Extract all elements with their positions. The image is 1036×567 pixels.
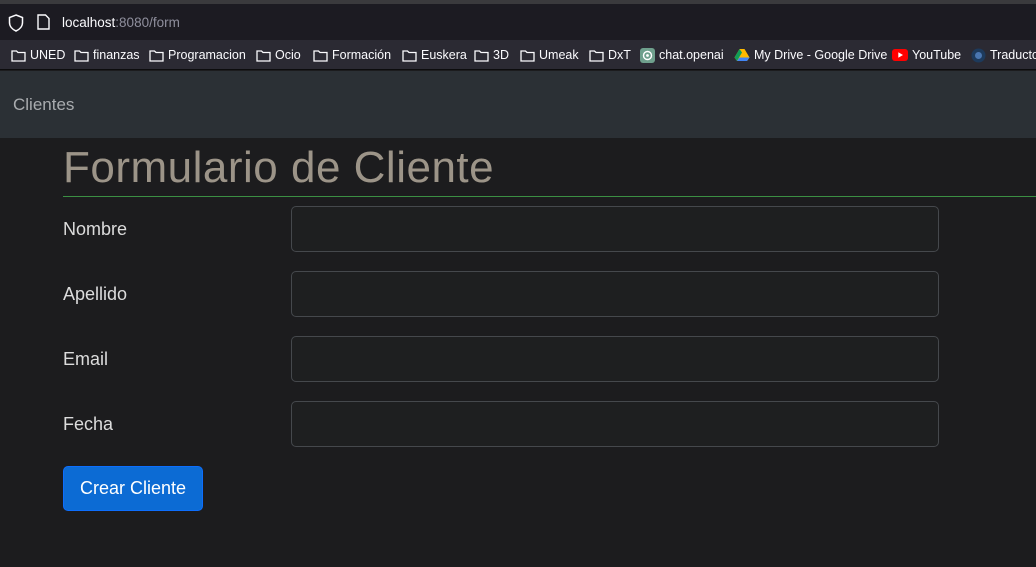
bookmark-label: Ocio [275, 48, 301, 62]
email-label: Email [63, 349, 109, 369]
nombre-label: Nombre [63, 219, 128, 239]
bookmark-euskera[interactable]: Euskera [402, 40, 467, 69]
openai-icon [640, 47, 655, 63]
folder-icon [11, 49, 26, 62]
apellido-input[interactable] [291, 271, 939, 317]
url-host: localhost [62, 15, 116, 30]
url-text[interactable]: localhost:8080/form [62, 15, 180, 30]
crear-cliente-button[interactable]: Crear Cliente [63, 466, 203, 511]
address-bar[interactable]: localhost:8080/form [0, 4, 1036, 40]
shield-icon[interactable] [8, 14, 24, 32]
bookmark-label: Traductor [990, 48, 1036, 62]
youtube-icon [892, 49, 908, 61]
folder-icon [313, 49, 328, 62]
google-drive-icon [734, 49, 750, 61]
folder-icon [589, 49, 604, 62]
bookmark-programacion[interactable]: Programacion [149, 40, 246, 69]
folder-icon [256, 49, 271, 62]
bookmark-formacion[interactable]: Formación [313, 40, 392, 69]
bookmark-google-drive[interactable]: My Drive - Google Drive [734, 40, 888, 69]
url-path: :8080/form [115, 15, 180, 30]
app-navbar: Clientes [0, 71, 1036, 138]
bookmark-youtube[interactable]: YouTube [892, 40, 962, 69]
bookmark-label: 3D [493, 48, 509, 62]
folder-icon [149, 49, 164, 62]
bookmark-3d[interactable]: 3D [474, 40, 509, 69]
bookmark-uned[interactable]: UNED [11, 40, 66, 69]
bookmark-label: YouTube [912, 48, 962, 62]
nombre-input[interactable] [291, 206, 939, 252]
bookmarks-toolbar: UNED finanzas Programacion Ocio Formació… [0, 40, 1036, 70]
bookmark-ocio[interactable]: Ocio [256, 40, 301, 69]
bookmark-label: Programacion [168, 48, 246, 62]
page-icon [37, 14, 50, 30]
bookmark-label: finanzas [93, 48, 140, 62]
bookmark-umeak[interactable]: Umeak [520, 40, 579, 69]
apellido-label: Apellido [63, 284, 128, 304]
bookmark-finanzas[interactable]: finanzas [74, 40, 140, 69]
folder-icon [74, 49, 89, 62]
bookmark-label: DxT [608, 48, 631, 62]
folder-icon [402, 49, 417, 62]
folder-icon [520, 49, 535, 62]
bookmark-label: Euskera [421, 48, 467, 62]
bookmark-label: chat.openai [659, 48, 724, 62]
bookmark-label: UNED [30, 48, 66, 62]
bookmark-label: My Drive - Google Drive [754, 48, 888, 62]
fecha-input[interactable] [291, 401, 939, 447]
bookmark-chat-openai[interactable]: chat.openai [640, 40, 724, 69]
navbar-brand-link[interactable]: Clientes [13, 95, 74, 115]
fecha-label: Fecha [63, 414, 114, 434]
translator-icon [971, 48, 986, 62]
folder-icon [474, 49, 489, 62]
bookmark-label: Umeak [539, 48, 579, 62]
bookmark-traductor[interactable]: Traductor [971, 40, 1036, 69]
email-input[interactable] [291, 336, 939, 382]
title-divider [63, 196, 1036, 197]
bookmark-dxt[interactable]: DxT [589, 40, 631, 69]
bookmark-label: Formación [332, 48, 392, 62]
page-title: Formulario de Cliente [63, 143, 495, 192]
